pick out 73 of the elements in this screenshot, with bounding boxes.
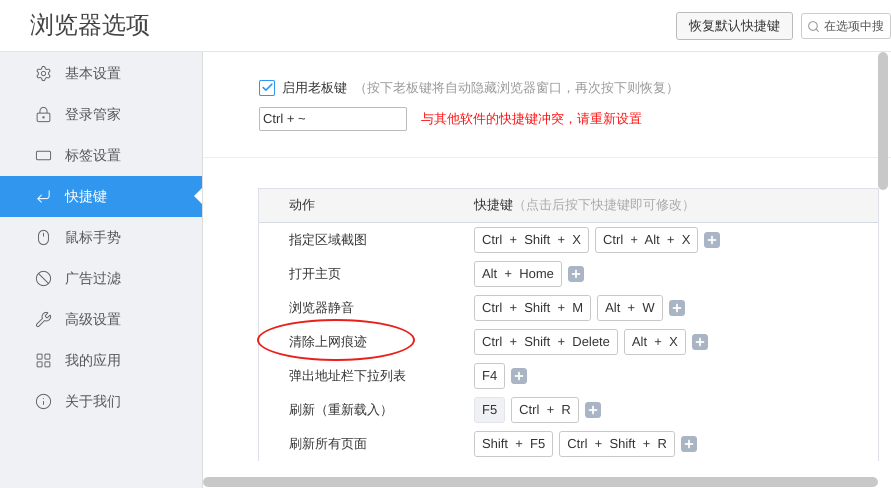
plus-icon	[570, 268, 582, 280]
vertical-scrollbar-thumb[interactable]	[878, 52, 888, 190]
shortcut-key-chip[interactable]: F4	[474, 362, 506, 388]
sidebar-label: 我的应用	[65, 351, 121, 370]
error-message: 与其他软件的快捷键冲突，请重新设置	[421, 110, 642, 128]
add-shortcut-button[interactable]	[704, 232, 720, 248]
mouse-icon	[35, 229, 52, 246]
shortcut-key-chip[interactable]: Ctrl + Shift + X	[474, 226, 589, 252]
window-title: 浏览器选项	[30, 10, 150, 40]
wrench-icon	[35, 311, 52, 328]
action-label: 清除上网痕迹	[289, 334, 367, 349]
shortcut-key-chip[interactable]: Shift + F5	[474, 430, 554, 456]
hint-text: （按下老板键将自动隐藏浏览器窗口，再次按下则恢复）	[354, 79, 679, 97]
sidebar-item[interactable]: 登录管家	[0, 94, 202, 135]
boss-key-field[interactable]: Ctrl + ~	[259, 106, 407, 130]
sidebar-item[interactable]: 我的应用	[0, 340, 202, 381]
sidebar-label: 快捷键	[65, 187, 107, 206]
sidebar-label: 登录管家	[65, 105, 121, 124]
enter-key-icon	[35, 188, 52, 205]
action-label: 刷新所有页面	[289, 436, 367, 451]
sidebar-label: 关于我们	[65, 392, 121, 411]
shortcut-key-chip[interactable]: Alt + Home	[474, 260, 562, 286]
shortcut-key-chip[interactable]: Alt + X	[624, 328, 686, 354]
action-label: 打开主页	[289, 266, 341, 281]
action-label: 弹出地址栏下拉列表	[289, 368, 406, 383]
info-icon	[35, 393, 52, 410]
checkbox[interactable]	[259, 80, 275, 96]
shortcut-key-chip[interactable]: Ctrl + R	[511, 396, 579, 422]
grid-icon	[35, 352, 52, 369]
plus-icon	[586, 404, 599, 416]
action-label: 刷新（重新载入）	[289, 402, 393, 417]
sidebar-item[interactable]: 关于我们	[0, 381, 202, 422]
prohibited-icon	[35, 270, 52, 287]
checkbox-label: 启用老板键	[282, 79, 347, 97]
add-shortcut-button[interactable]	[511, 368, 528, 384]
sidebar-label: 标签设置	[65, 146, 121, 165]
shortcut-key-chip[interactable]: Alt + W	[597, 294, 663, 320]
sidebar-label: 基本设置	[65, 64, 121, 83]
gear-icon	[35, 65, 52, 82]
search-icon	[807, 20, 820, 32]
shortcut-key-chip[interactable]: Ctrl + Shift + R	[559, 430, 675, 456]
selection-pointer	[194, 188, 202, 204]
sidebar-label: 高级设置	[65, 310, 121, 329]
sidebar-item[interactable]: 基本设置	[0, 53, 202, 94]
sidebar-label: 鼠标手势	[65, 228, 121, 247]
sidebar-item[interactable]: 标签设置	[0, 135, 202, 176]
shortcut-key-chip[interactable]: F5	[474, 396, 506, 422]
reset-shortcuts-button[interactable]: 恢复默认快捷键	[676, 12, 793, 40]
plus-icon	[706, 234, 718, 246]
shortcut-key-chip[interactable]: Ctrl + Shift + M	[474, 294, 592, 320]
column-header: 动作	[288, 196, 316, 214]
sidebar-label: 广告过滤	[65, 269, 121, 288]
add-shortcut-button[interactable]	[584, 402, 601, 418]
add-shortcut-button[interactable]	[692, 334, 708, 350]
add-shortcut-button[interactable]	[668, 300, 685, 316]
sidebar-item[interactable]: 高级设置	[0, 299, 202, 340]
horizontal-scrollbar-thumb[interactable]	[203, 477, 878, 487]
action-label: 浏览器静音	[289, 300, 354, 315]
search-field[interactable]: 在选项中搜	[801, 12, 891, 38]
lock-icon	[35, 106, 52, 123]
action-label: 指定区域截图	[289, 232, 367, 247]
add-shortcut-button[interactable]	[680, 436, 697, 452]
column-header: 快捷键	[474, 196, 513, 214]
sidebar-item[interactable]: 广告过滤	[0, 258, 202, 299]
sidebar-item[interactable]: 鼠标手势	[0, 217, 202, 258]
plus-icon	[694, 336, 706, 348]
column-hint: （点击后按下快捷键即可修改）	[513, 196, 695, 214]
plus-icon	[682, 438, 695, 450]
plus-icon	[670, 302, 683, 314]
add-shortcut-button[interactable]	[568, 266, 584, 282]
shortcut-key-chip[interactable]: Ctrl + Alt + X	[594, 226, 698, 252]
shortcut-key-chip[interactable]: Ctrl + Shift + Delete	[474, 328, 618, 354]
plus-icon	[513, 370, 526, 382]
